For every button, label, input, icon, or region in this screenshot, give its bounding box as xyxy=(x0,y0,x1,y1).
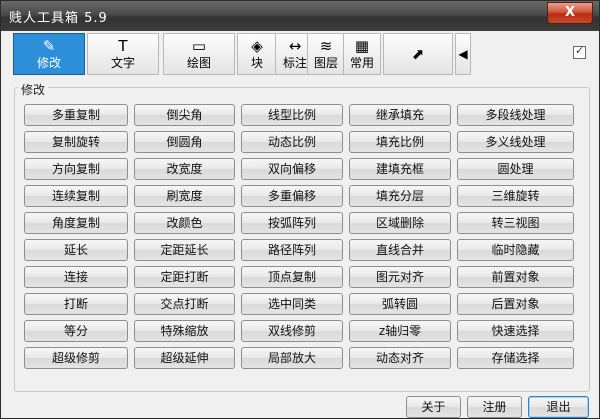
text-t-icon: T xyxy=(118,37,128,55)
block-icon: ◈ xyxy=(251,37,263,55)
command-button[interactable]: 延长 xyxy=(24,239,128,261)
app-window: 贱人工具箱 5.9 X ✎修改T文字▭绘图◈块↔标注≋图层▦常用⬈◀ 修改 多重… xyxy=(0,0,600,419)
command-button[interactable]: 双线修剪 xyxy=(241,320,343,342)
command-button[interactable]: 改颜色 xyxy=(134,212,235,234)
command-button[interactable]: 交点打断 xyxy=(134,293,235,315)
command-button[interactable]: 超级修剪 xyxy=(24,347,128,369)
command-button[interactable]: 转三视图 xyxy=(457,212,574,234)
command-button[interactable]: 多重偏移 xyxy=(241,185,343,207)
about-button[interactable]: 关于 xyxy=(406,396,461,418)
scroll-left-button[interactable]: ◀ xyxy=(455,33,471,75)
option-checkbox[interactable] xyxy=(573,44,586,59)
command-button[interactable]: 连续复制 xyxy=(24,185,128,207)
tab-label: 绘图 xyxy=(186,56,211,70)
command-button[interactable]: 填充比例 xyxy=(349,131,451,153)
command-button[interactable]: 角度复制 xyxy=(24,212,128,234)
tab-label: 常用 xyxy=(349,56,374,70)
command-button[interactable]: 多义线处理 xyxy=(457,131,574,153)
command-button[interactable]: 动态比例 xyxy=(241,131,343,153)
command-button[interactable]: 动态对齐 xyxy=(349,347,451,369)
command-button[interactable]: 前置对象 xyxy=(457,266,574,288)
command-button[interactable]: 多重复制 xyxy=(24,104,128,126)
window-title: 贱人工具箱 5.9 xyxy=(9,11,108,26)
command-button[interactable]: 连接 xyxy=(24,266,128,288)
tab-layer[interactable]: ≋ 图层 xyxy=(307,33,345,75)
tab-label: 修改 xyxy=(36,56,61,70)
toolbar: ✎ 修改 T 文字 ▭ 绘图 ◈ 块 ↔ 标注 ≋ 图层 ▦ 常用 ⬈ ◀ xyxy=(13,33,589,77)
chevron-left-icon: ◀ xyxy=(458,47,468,61)
command-button[interactable]: z轴归零 xyxy=(349,320,451,342)
grid-colors-icon: ▦ xyxy=(354,37,370,55)
command-button[interactable]: 改宽度 xyxy=(134,158,235,180)
tab-label: 块 xyxy=(250,56,263,70)
command-button[interactable]: 方向复制 xyxy=(24,158,128,180)
tab-text[interactable]: T 文字 xyxy=(87,33,159,75)
tab-label: 图层 xyxy=(313,56,338,70)
command-button[interactable]: 等分 xyxy=(24,320,128,342)
command-button[interactable]: 按弧阵列 xyxy=(241,212,343,234)
command-button[interactable]: 路径阵列 xyxy=(241,239,343,261)
group-title: 修改 xyxy=(18,81,49,98)
exit-button[interactable]: 退出 xyxy=(528,396,589,418)
command-button[interactable]: 三维旋转 xyxy=(457,185,574,207)
tab-block[interactable]: ◈ 块 xyxy=(237,33,277,75)
expand-button[interactable]: ⬈ xyxy=(383,33,453,75)
tab-common[interactable]: ▦ 常用 xyxy=(343,33,381,75)
title-bar: 贱人工具箱 5.9 X xyxy=(1,1,599,31)
command-button[interactable]: 顶点复制 xyxy=(241,266,343,288)
command-button[interactable]: 图元对齐 xyxy=(349,266,451,288)
close-button[interactable]: X xyxy=(547,2,593,24)
expand-icon: ⬈ xyxy=(411,45,425,63)
command-button[interactable]: 临时隐藏 xyxy=(457,239,574,261)
command-button[interactable]: 复制旋转 xyxy=(24,131,128,153)
command-button[interactable]: 填充分层 xyxy=(349,185,451,207)
command-button[interactable]: 刷宽度 xyxy=(134,185,235,207)
command-button[interactable]: 倒圆角 xyxy=(134,131,235,153)
command-button[interactable]: 特殊缩放 xyxy=(134,320,235,342)
layers-icon: ≋ xyxy=(319,37,333,55)
command-button[interactable]: 存储选择 xyxy=(457,347,574,369)
pencil-icon: ✎ xyxy=(42,37,56,55)
command-button[interactable]: 继承填充 xyxy=(349,104,451,126)
command-button[interactable]: 线型比例 xyxy=(241,104,343,126)
draw-shapes-icon: ▭ xyxy=(191,37,207,55)
command-button[interactable]: 区域删除 xyxy=(349,212,451,234)
command-button[interactable]: 建填充框 xyxy=(349,158,451,180)
command-button[interactable]: 弧转圆 xyxy=(349,293,451,315)
tab-draw[interactable]: ▭ 绘图 xyxy=(163,33,235,75)
command-button[interactable]: 打断 xyxy=(24,293,128,315)
register-button[interactable]: 注册 xyxy=(467,396,522,418)
command-button[interactable]: 超级延伸 xyxy=(134,347,235,369)
command-button[interactable]: 定距延长 xyxy=(134,239,235,261)
tab-label: 文字 xyxy=(110,56,135,70)
command-button[interactable]: 后置对象 xyxy=(457,293,574,315)
command-button[interactable]: 定距打断 xyxy=(134,266,235,288)
tab-modify[interactable]: ✎ 修改 xyxy=(13,33,85,75)
command-button[interactable]: 直线合并 xyxy=(349,239,451,261)
command-button[interactable]: 多段线处理 xyxy=(457,104,574,126)
command-button[interactable]: 快速选择 xyxy=(457,320,574,342)
command-button[interactable]: 局部放大 xyxy=(241,347,343,369)
command-button[interactable]: 选中同类 xyxy=(241,293,343,315)
command-button[interactable]: 倒尖角 xyxy=(134,104,235,126)
command-button[interactable]: 双向偏移 xyxy=(241,158,343,180)
command-button[interactable]: 圆处理 xyxy=(457,158,574,180)
